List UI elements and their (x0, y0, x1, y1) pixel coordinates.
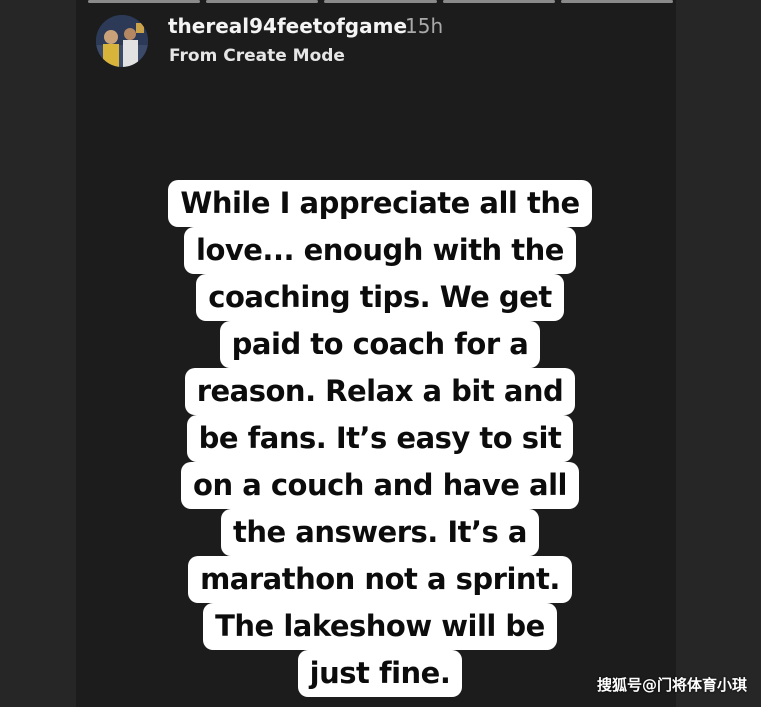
story-progress-bar (88, 0, 674, 4)
progress-segment (324, 0, 437, 3)
progress-segment (206, 0, 319, 3)
avatar[interactable] (96, 15, 148, 67)
caption-line: the answers. It’s a (221, 509, 539, 556)
caption-line: The lakeshow will be (203, 603, 557, 650)
progress-segment (560, 0, 674, 3)
progress-segment (442, 0, 555, 3)
caption-line: marathon not a sprint. (188, 556, 572, 603)
story-subtitle: From Create Mode (169, 46, 345, 66)
caption-line: coaching tips. We get (196, 274, 564, 321)
caption-line: While I appreciate all the (168, 180, 592, 227)
username[interactable]: thereal94feetofgame (168, 14, 407, 38)
profile-avatar-icon (96, 15, 148, 67)
post-time: 15h (405, 14, 444, 38)
story-caption: While I appreciate all the love... enoug… (100, 180, 660, 697)
progress-segment (88, 0, 201, 3)
watermark: 搜狐号@门将体育小琪 (596, 676, 747, 694)
caption-line: be fans. It’s easy to sit (186, 415, 574, 462)
caption-line: paid to coach for a (219, 321, 541, 368)
page-frame: thereal94feetofgame 15h From Create Mode… (0, 0, 761, 707)
caption-line: reason. Relax a bit and (184, 368, 576, 415)
caption-line: on a couch and have all (181, 462, 579, 509)
caption-line: just fine. (297, 650, 463, 697)
caption-line: love... enough with the (184, 227, 576, 274)
